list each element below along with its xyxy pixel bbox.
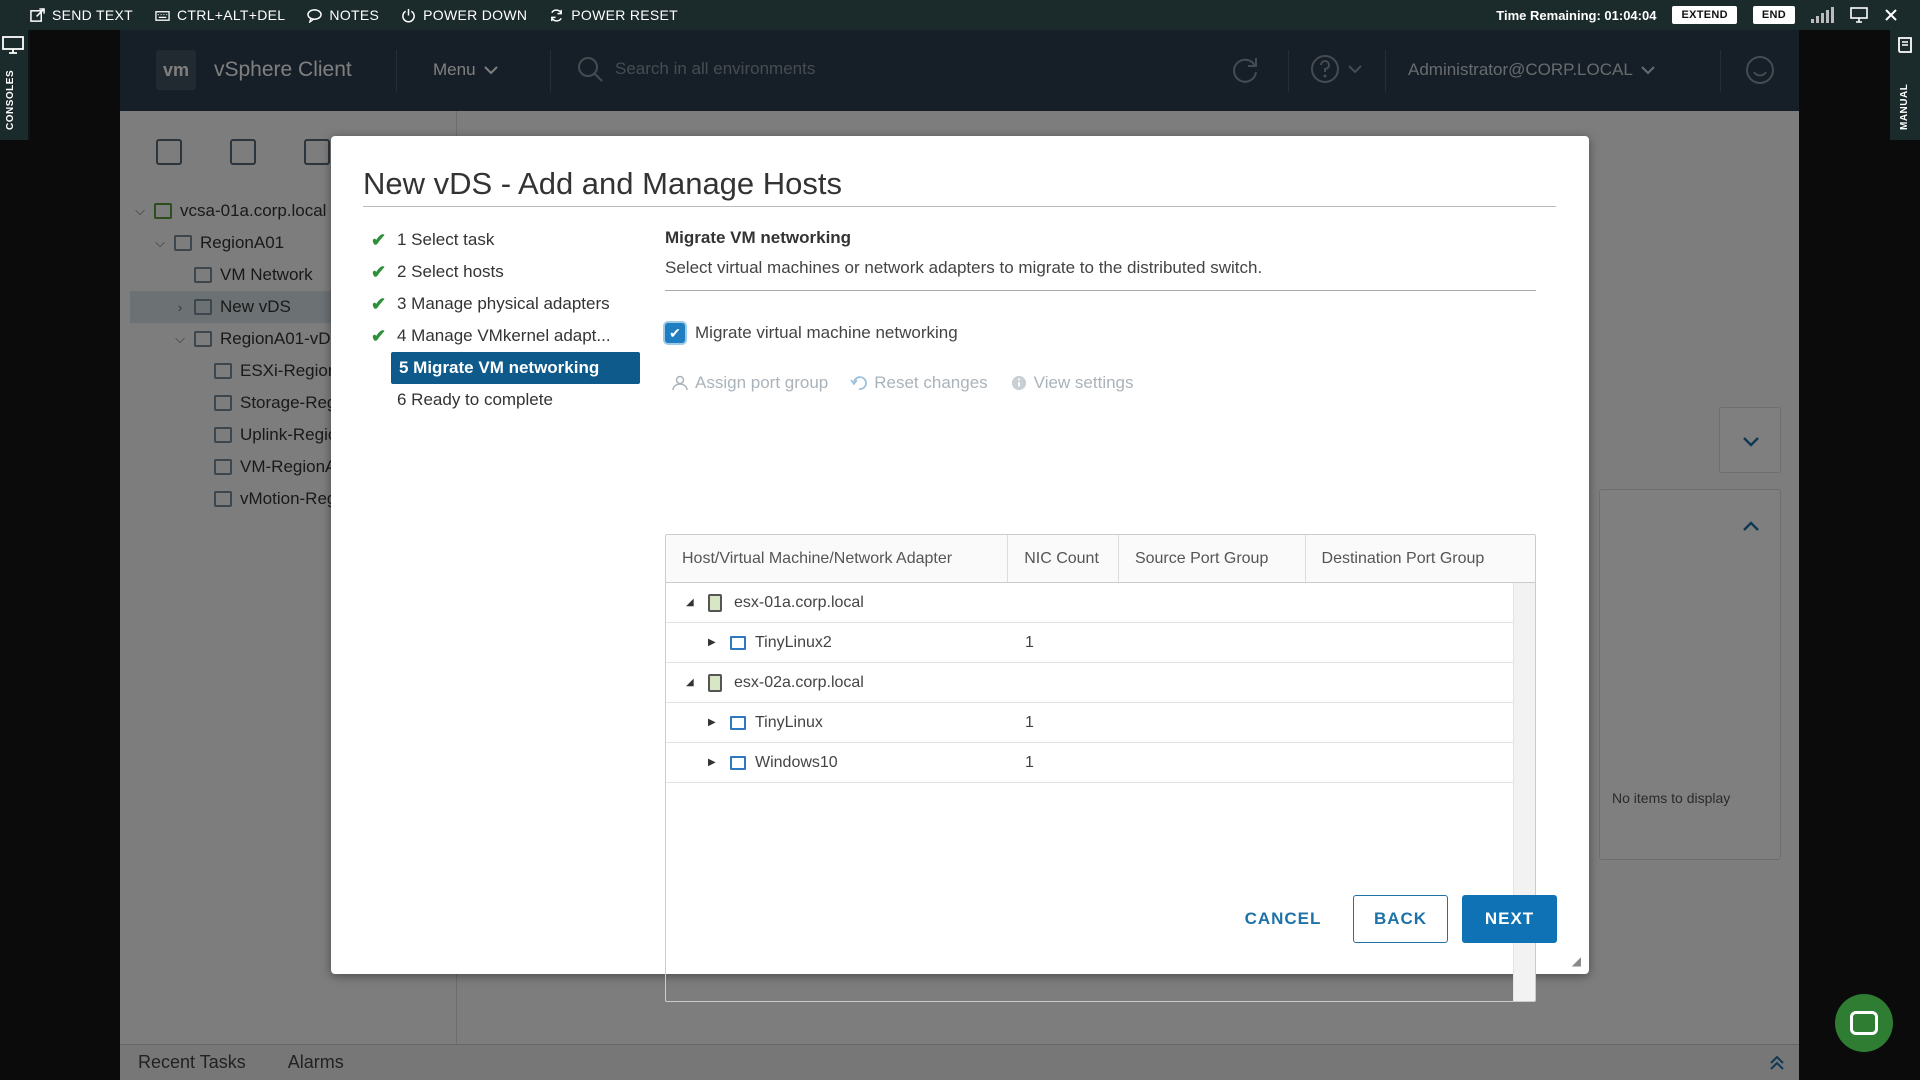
checkbox-label: Migrate virtual machine networking [695,323,958,342]
table-row[interactable]: ◢ esx-02a.corp.local [666,663,1515,703]
check-icon: ✔ [371,325,387,346]
monitor-icon [2,36,24,54]
power-icon [402,8,416,22]
notes-button[interactable]: NOTES [307,7,379,23]
consoles-tab[interactable]: CONSOLES [0,30,30,140]
book-icon [1898,37,1912,53]
person-network-icon [672,375,688,391]
checkbox-checked-icon[interactable]: ✔ [665,323,685,343]
add-manage-hosts-dialog: New vDS - Add and Manage Hosts ✔ 1 Select… [331,136,1589,1002]
lab-toolbar: SEND TEXT CTRL+ALT+DEL NOTES POWER DOWN … [0,0,1920,30]
wizard-step[interactable]: ✔ 1 Select task [371,224,641,256]
grid-header: Host/Virtual Machine/Network Adapter NIC… [666,535,1535,583]
vm-icon [730,635,746,650]
table-row[interactable]: ▶ TinyLinux 1 [666,703,1515,743]
send-text-label: SEND TEXT [52,7,134,23]
table-row[interactable]: ▶ TinyLinux2 1 [666,623,1515,663]
speech-bubble-icon [307,8,323,23]
manual-label: MANUAL [1899,83,1910,130]
consoles-label: CONSOLES [5,69,16,130]
wizard-step[interactable]: 6 Ready to complete [371,384,641,416]
send-text-button[interactable]: SEND TEXT [30,7,133,23]
end-button[interactable]: END [1752,6,1795,24]
undo-icon [850,376,868,390]
wizard-step-active[interactable]: 5 Migrate VM networking [391,352,640,384]
reset-changes-button[interactable]: Reset changes [850,373,988,393]
collapse-arrow-icon[interactable]: ◢ [686,677,694,688]
manual-tab[interactable]: MANUAL [1890,30,1920,140]
extend-button[interactable]: EXTEND [1672,6,1737,24]
section-subtitle: Select virtual machines or network adapt… [665,258,1263,277]
keyboard-icon [155,10,170,21]
check-icon: ✔ [371,229,387,250]
next-button[interactable]: NEXT [1462,895,1557,943]
host-icon [708,673,722,692]
column-header[interactable]: Source Port Group [1119,535,1306,582]
table-row[interactable]: ▶ Windows10 1 [666,743,1515,783]
grid-toolbar: Assign port group Reset changes View set… [671,373,1536,393]
info-icon [1011,375,1026,391]
collapse-arrow-icon[interactable]: ◢ [686,597,694,608]
chat-button[interactable] [1835,994,1893,1052]
power-down-button[interactable]: POWER DOWN [401,7,527,23]
expand-arrow-icon[interactable]: ▶ [708,637,716,648]
signal-strength-icon [1811,7,1834,23]
dialog-title: New vDS - Add and Manage Hosts [363,166,843,201]
check-icon: ✔ [371,293,387,314]
resize-handle-icon[interactable]: ◢ [1572,954,1581,968]
table-row[interactable]: ◢ esx-01a.corp.local [666,583,1515,623]
chat-bubble-icon [1850,1011,1878,1035]
vm-icon [730,715,746,730]
column-header[interactable]: Destination Port Group [1306,535,1535,582]
close-icon[interactable] [1884,8,1898,22]
wizard-step[interactable]: ✔ 3 Manage physical adapters [371,288,641,320]
wizard-step[interactable]: ✔ 2 Select hosts [371,256,641,288]
wizard-step[interactable]: ✔ 4 Manage VMkernel adapt... [371,320,641,352]
power-down-label: POWER DOWN [423,7,528,23]
check-icon: ✔ [371,261,387,282]
expand-arrow-icon[interactable]: ▶ [708,717,716,728]
column-header[interactable]: NIC Count [1008,535,1119,582]
refresh-icon [551,8,563,22]
time-remaining: Time Remaining: 01:04:04 [1496,7,1657,23]
ctrl-alt-del-button[interactable]: CTRL+ALT+DEL [155,7,285,23]
wizard-steps: ✔ 1 Select task ✔ 2 Select hosts ✔ 3 Manage… [371,224,641,416]
power-reset-label: POWER RESET [571,7,679,23]
migrate-vm-networking-checkbox[interactable]: ✔ Migrate virtual machine networking [665,323,1536,343]
view-settings-button[interactable]: View settings [1010,373,1134,393]
cancel-button[interactable]: CANCEL [1223,895,1343,943]
ctrl-alt-del-label: CTRL+ALT+DEL [177,7,286,23]
host-icon [708,593,722,612]
column-header[interactable]: Host/Virtual Machine/Network Adapter [666,535,1009,582]
back-button[interactable]: BACK [1353,895,1448,943]
notes-label: NOTES [329,7,380,23]
send-icon [30,7,45,22]
assign-port-group-button[interactable]: Assign port group [671,373,828,393]
power-reset-button[interactable]: POWER RESET [549,7,678,23]
section-title: Migrate VM networking [665,228,852,247]
expand-arrow-icon[interactable]: ▶ [708,757,716,768]
display-icon[interactable] [1850,7,1868,23]
vm-icon [730,755,746,770]
step-content: Migrate VM networking Select virtual mac… [665,228,1536,1002]
